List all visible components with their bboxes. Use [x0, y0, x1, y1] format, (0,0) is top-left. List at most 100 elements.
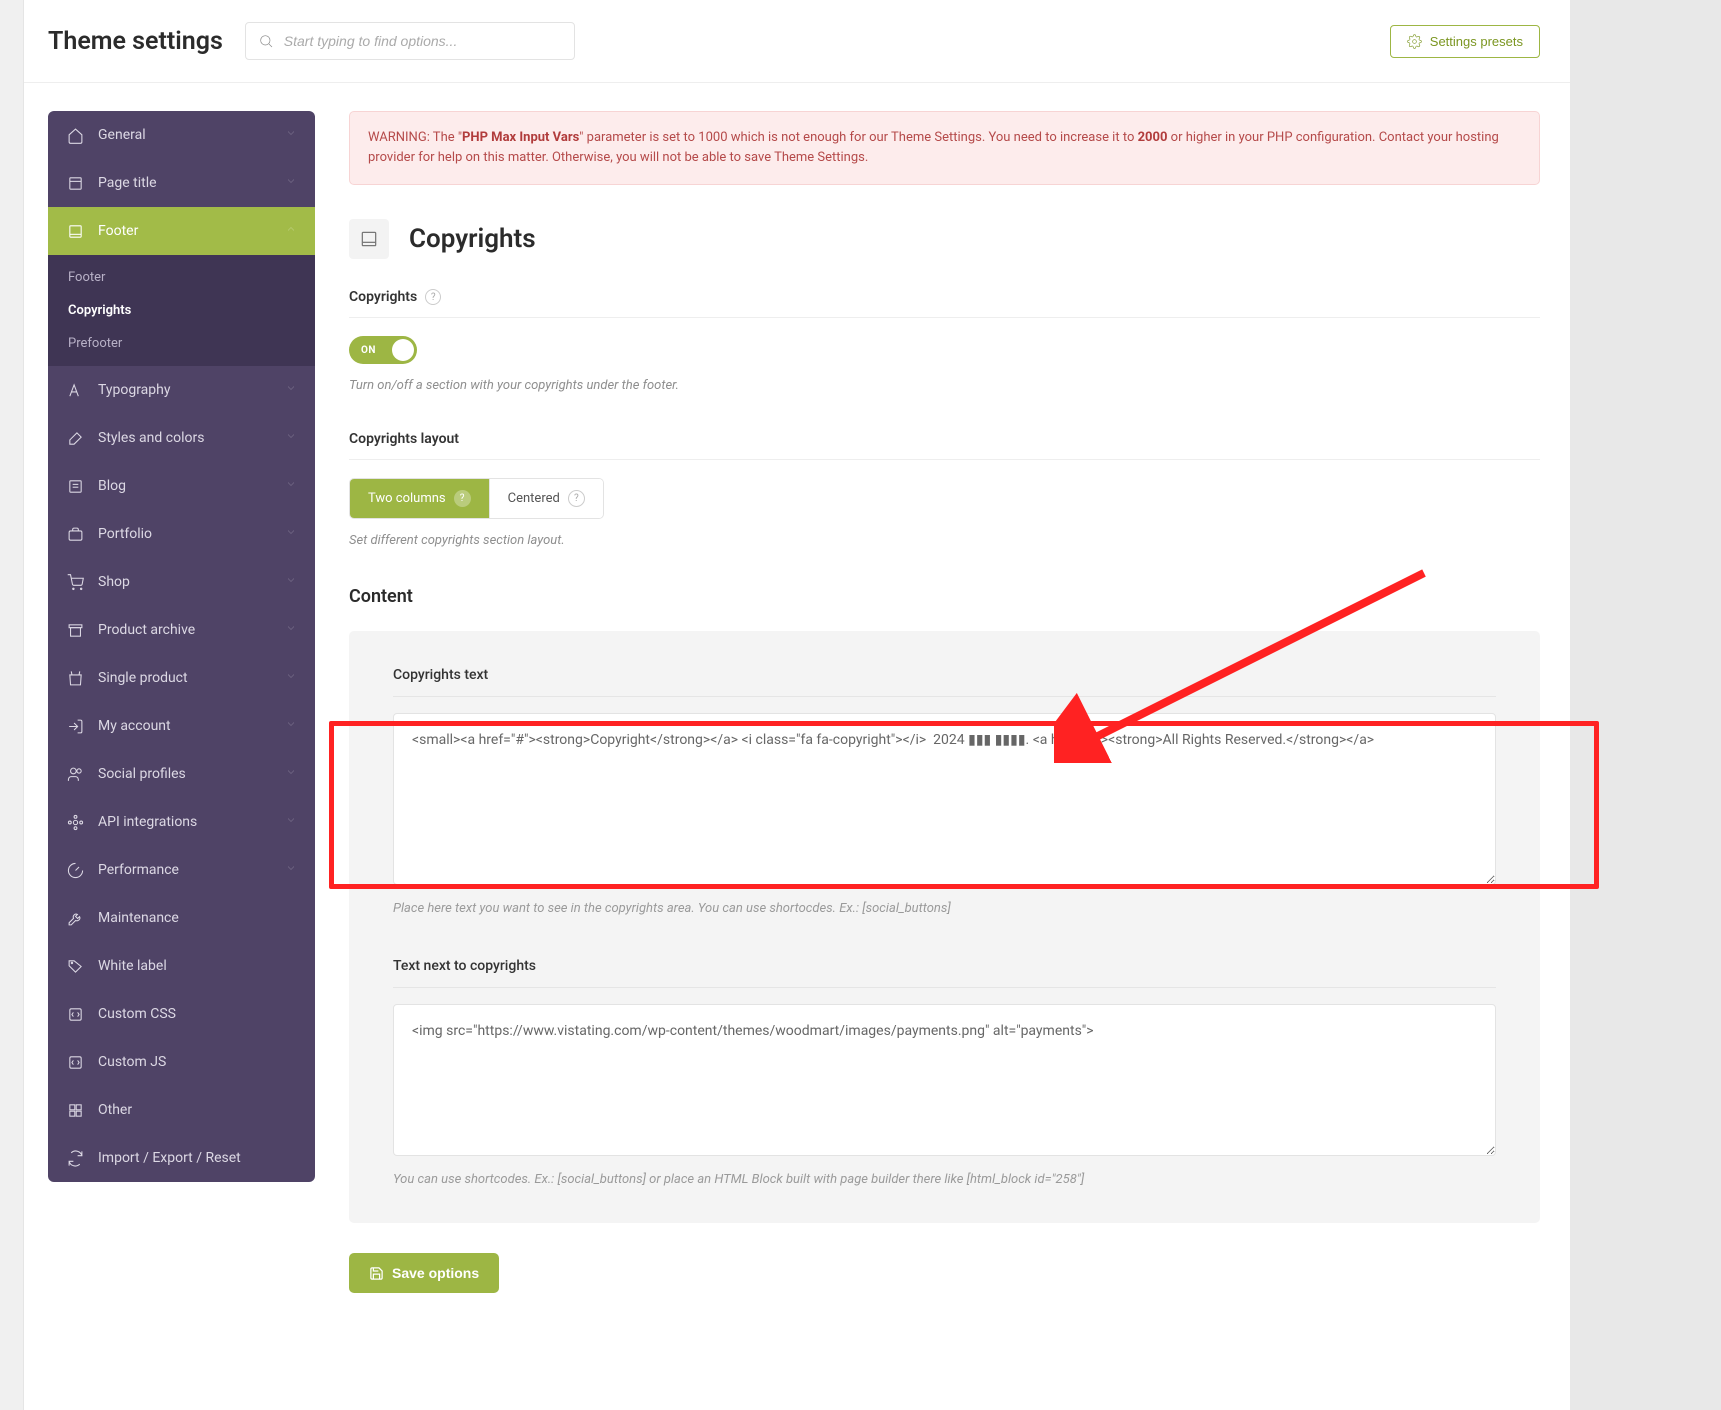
copyrights-toggle[interactable]: ON — [349, 336, 417, 364]
chevron-down-icon — [285, 478, 297, 494]
refresh-icon — [66, 1149, 84, 1167]
help-icon[interactable]: ? — [568, 490, 585, 507]
chevron-down-icon — [285, 127, 297, 143]
tag-icon — [66, 957, 84, 975]
next-text-desc: You can use shortcodes. Ex.: [social_but… — [393, 1172, 1496, 1187]
sidebar-item-other[interactable]: Other — [48, 1086, 315, 1134]
sidebar-item-label: Portfolio — [98, 526, 152, 542]
sidebar-item-custom-css[interactable]: Custom CSS — [48, 990, 315, 1038]
sidebar-item-label: Maintenance — [98, 910, 179, 926]
code-icon — [66, 1053, 84, 1071]
help-icon[interactable]: ? — [425, 289, 441, 305]
copyrights-text-desc: Place here text you want to see in the c… — [393, 901, 1496, 916]
sidebar-item-social[interactable]: Social profiles — [48, 750, 315, 798]
cart-icon — [66, 573, 84, 591]
copyrights-toggle-label: Copyrights — [349, 289, 417, 305]
content-panel: Copyrights text Place here text you want… — [349, 631, 1540, 1223]
sidebar-item-typography[interactable]: Typography — [48, 366, 315, 414]
sidebar-item-custom-js[interactable]: Custom JS — [48, 1038, 315, 1086]
sidebar-item-single-product[interactable]: Single product — [48, 654, 315, 702]
typography-icon — [66, 381, 84, 399]
grid-icon — [66, 1101, 84, 1119]
copyrights-text-input[interactable] — [393, 713, 1496, 885]
sidebar-item-footer[interactable]: Footer — [48, 207, 315, 255]
sidebar-item-blog[interactable]: Blog — [48, 462, 315, 510]
sidebar-item-general[interactable]: General — [48, 111, 315, 159]
blog-icon — [66, 477, 84, 495]
archive-icon — [66, 621, 84, 639]
sidebar-item-label: Custom JS — [98, 1054, 166, 1070]
chevron-down-icon — [285, 574, 297, 590]
sidebar-item-label: Performance — [98, 862, 179, 878]
layout-option-two-columns[interactable]: Two columns? — [350, 479, 489, 518]
sidebar-item-import-export[interactable]: Import / Export / Reset — [48, 1134, 315, 1182]
footer-icon — [359, 229, 379, 249]
search-wrap — [245, 22, 575, 60]
next-text-label: Text next to copyrights — [393, 958, 1496, 988]
copyrights-toggle-desc: Turn on/off a section with your copyrigh… — [349, 378, 1540, 393]
section-icon — [349, 219, 389, 259]
home-icon — [66, 126, 84, 144]
page-title: Theme settings — [48, 27, 223, 56]
sidebar-item-label: My account — [98, 718, 171, 734]
sidebar-item-performance[interactable]: Performance — [48, 846, 315, 894]
sidebar-sub-prefooter[interactable]: Prefooter — [48, 327, 315, 360]
sidebar-item-label: Page title — [98, 175, 157, 191]
sidebar-item-page-title[interactable]: Page title — [48, 159, 315, 207]
settings-sidebar: General Page title Footer Footer Copyrig… — [48, 111, 315, 1182]
save-options-button[interactable]: Save options — [349, 1253, 499, 1293]
sidebar-item-label: Social profiles — [98, 766, 186, 782]
footer-icon — [66, 222, 84, 240]
toggle-knob — [392, 339, 414, 361]
gauge-icon — [66, 861, 84, 879]
chevron-down-icon — [285, 382, 297, 398]
presets-label: Settings presets — [1430, 34, 1523, 49]
brush-icon — [66, 429, 84, 447]
sidebar-item-api[interactable]: API integrations — [48, 798, 315, 846]
chevron-down-icon — [285, 175, 297, 191]
wrench-icon — [66, 909, 84, 927]
settings-presets-button[interactable]: Settings presets — [1390, 25, 1540, 58]
chevron-down-icon — [285, 670, 297, 686]
sidebar-item-portfolio[interactable]: Portfolio — [48, 510, 315, 558]
next-text-input[interactable] — [393, 1004, 1496, 1156]
warning-message: WARNING: The "PHP Max Input Vars" parame… — [349, 111, 1540, 185]
layout-label: Copyrights layout — [349, 431, 459, 447]
sidebar-item-label: Custom CSS — [98, 1006, 176, 1022]
toggle-on-label: ON — [361, 345, 376, 356]
sidebar-item-label: Shop — [98, 574, 130, 590]
api-icon — [66, 813, 84, 831]
sidebar-sub-footer[interactable]: Footer — [48, 261, 315, 294]
chevron-up-icon — [285, 223, 297, 239]
sidebar-item-label: Single product — [98, 670, 188, 686]
layout-segmented: Two columns? Centered? — [349, 478, 604, 519]
sidebar-item-label: Footer — [98, 223, 138, 239]
search-input[interactable] — [245, 22, 575, 60]
chevron-down-icon — [285, 526, 297, 542]
page-icon — [66, 174, 84, 192]
sidebar-item-label: White label — [98, 958, 167, 974]
code-icon — [66, 1005, 84, 1023]
sidebar-item-label: API integrations — [98, 814, 197, 830]
sidebar-sub-copyrights[interactable]: Copyrights — [48, 294, 315, 327]
chevron-down-icon — [285, 862, 297, 878]
search-icon — [258, 33, 274, 49]
sidebar-item-maintenance[interactable]: Maintenance — [48, 894, 315, 942]
chevron-down-icon — [285, 814, 297, 830]
sidebar-item-white-label[interactable]: White label — [48, 942, 315, 990]
sidebar-item-label: Blog — [98, 478, 126, 494]
sidebar-item-label: Product archive — [98, 622, 195, 638]
layout-option-centered[interactable]: Centered? — [489, 479, 603, 518]
help-icon[interactable]: ? — [454, 490, 471, 507]
sidebar-item-label: Typography — [98, 382, 170, 398]
copyrights-text-label: Copyrights text — [393, 667, 1496, 697]
sidebar-item-label: Other — [98, 1102, 132, 1118]
sidebar-item-label: Styles and colors — [98, 430, 204, 446]
section-title: Copyrights — [409, 224, 536, 254]
sidebar-item-shop[interactable]: Shop — [48, 558, 315, 606]
chevron-down-icon — [285, 766, 297, 782]
sidebar-item-styles[interactable]: Styles and colors — [48, 414, 315, 462]
sidebar-item-my-account[interactable]: My account — [48, 702, 315, 750]
sidebar-item-product-archive[interactable]: Product archive — [48, 606, 315, 654]
chevron-down-icon — [285, 430, 297, 446]
